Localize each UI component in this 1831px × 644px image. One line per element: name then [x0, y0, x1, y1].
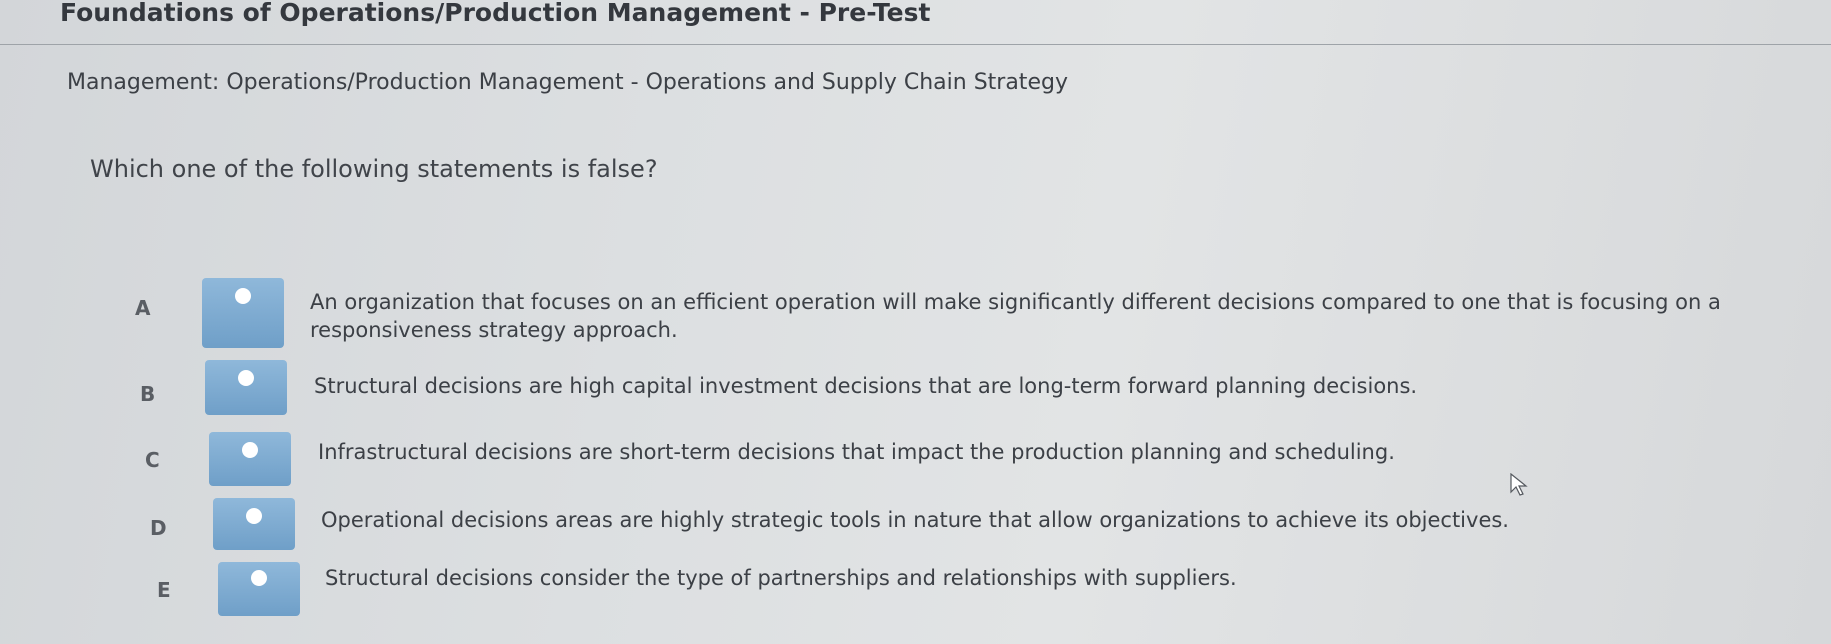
- option-c-button[interactable]: [209, 432, 291, 486]
- option-a-row[interactable]: A An organization that focuses on an eff…: [0, 270, 1831, 350]
- option-letter: A: [135, 296, 151, 320]
- option-text: Infrastructural decisions are short-term…: [318, 440, 1395, 464]
- option-c-row[interactable]: C Infrastructural decisions are short-te…: [0, 428, 1831, 498]
- option-e-row[interactable]: E Structural decisions consider the type…: [0, 562, 1831, 632]
- option-letter: E: [157, 578, 171, 602]
- mouse-pointer-icon: [1510, 472, 1528, 501]
- option-text: Structural decisions consider the type o…: [325, 566, 1237, 590]
- radio-dot-icon: [242, 442, 258, 458]
- radio-dot-icon: [235, 288, 251, 304]
- option-b-button[interactable]: [205, 360, 287, 415]
- option-a-button[interactable]: [202, 278, 284, 348]
- question-text: Which one of the following statements is…: [90, 155, 658, 183]
- radio-dot-icon: [238, 370, 254, 386]
- radio-dot-icon: [251, 570, 267, 586]
- option-text: Structural decisions are high capital in…: [314, 374, 1418, 398]
- option-e-button[interactable]: [218, 562, 300, 616]
- option-b-row[interactable]: B Structural decisions are high capital …: [0, 360, 1831, 430]
- course-subtitle: Management: Operations/Production Manage…: [67, 70, 1068, 95]
- option-text: An organization that focuses on an effic…: [310, 290, 1721, 342]
- title-divider: [0, 44, 1831, 45]
- option-d-row[interactable]: D Operational decisions areas are highly…: [0, 494, 1831, 564]
- option-letter: D: [150, 516, 167, 540]
- option-letter: C: [145, 448, 160, 472]
- option-d-button[interactable]: [213, 498, 295, 550]
- option-text: Operational decisions areas are highly s…: [321, 508, 1509, 532]
- option-letter: B: [140, 382, 156, 406]
- radio-dot-icon: [246, 508, 262, 524]
- page-title: Foundations of Operations/Production Man…: [60, 0, 931, 27]
